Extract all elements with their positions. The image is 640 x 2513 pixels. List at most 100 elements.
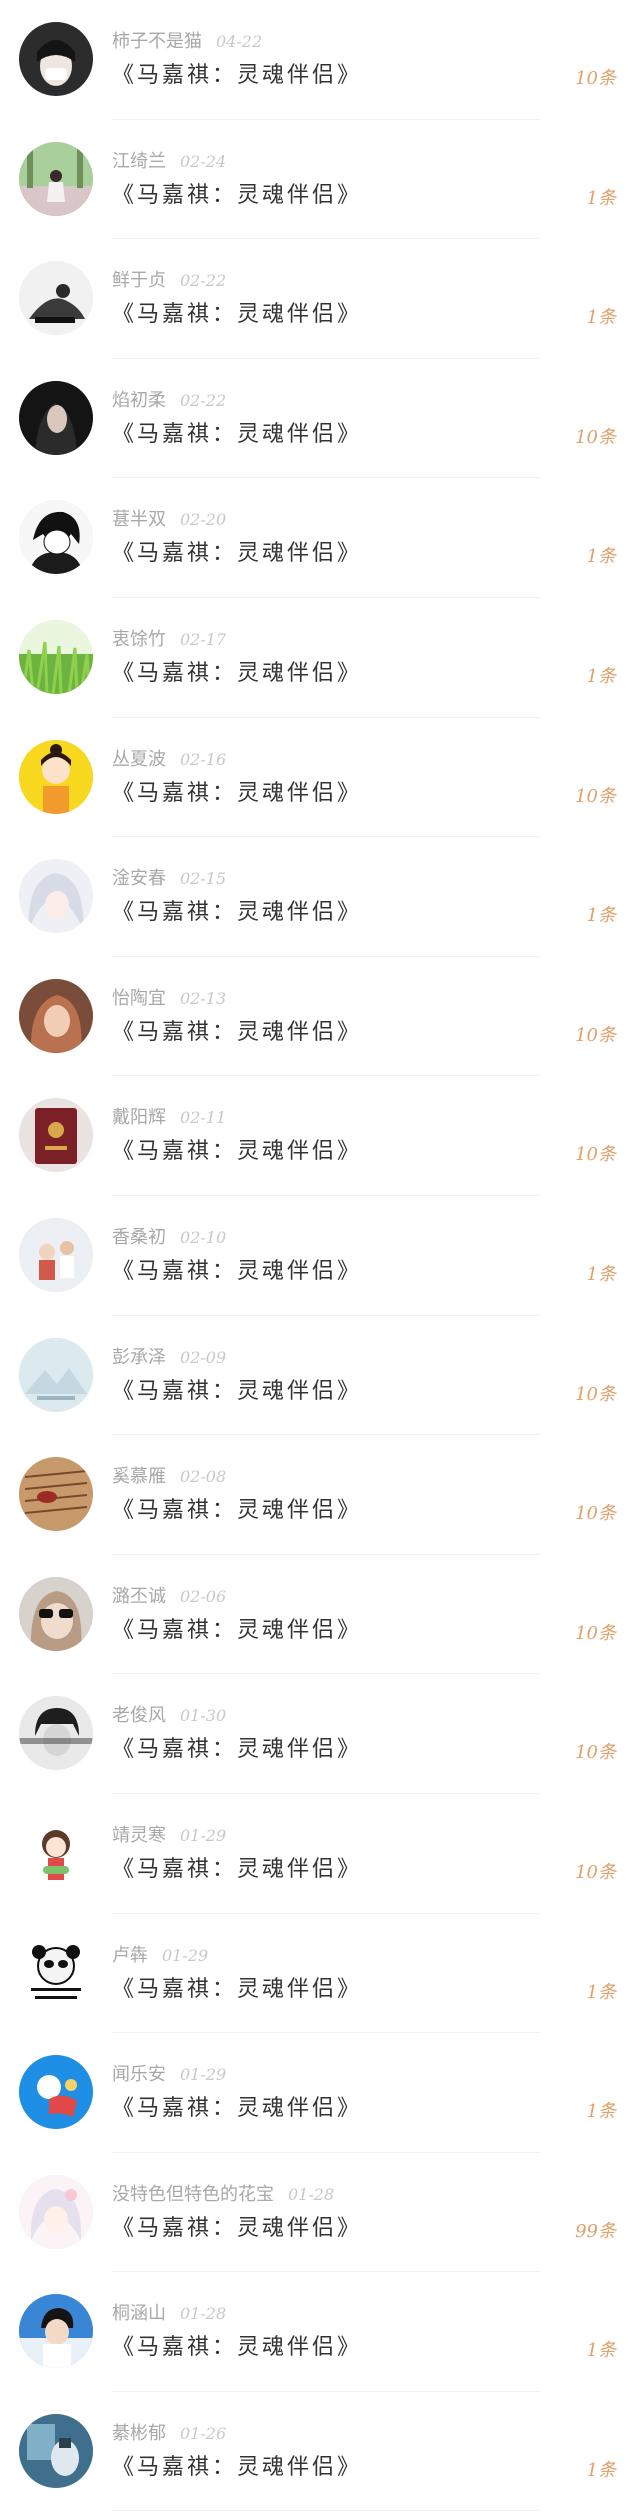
item-count: 10条 — [575, 1024, 616, 1046]
item-title: 《马嘉祺：灵魂伴侣》 — [112, 63, 363, 88]
item-title: 《马嘉祺：灵魂伴侣》 — [112, 900, 363, 926]
item-meta: 奚慕雁 02-08 — [112, 1462, 226, 1488]
kids-photo-avatar[interactable] — [19, 1217, 93, 1292]
item-count: 10条 — [575, 1503, 616, 1525]
grass-avatar[interactable] — [19, 619, 93, 694]
user-name: 柿子不是猫 — [112, 31, 202, 52]
list-item[interactable]: 焰初柔 02-22 《马嘉祺：灵魂伴侣》 10条 — [0, 359, 640, 479]
list-item[interactable]: 戴阳辉 02-11 《马嘉祺：灵魂伴侣》 10条 — [0, 1076, 640, 1196]
item-date: 01-29 — [162, 1945, 209, 1965]
list-item[interactable]: 香桑初 02-10 《马嘉祺：灵魂伴侣》 1条 — [0, 1196, 640, 1316]
blue-cartoon-avatar[interactable] — [19, 2055, 93, 2130]
pastel-anime-avatar[interactable] — [19, 2174, 93, 2249]
item-title: 《马嘉祺：灵魂伴侣》 — [112, 2335, 363, 2361]
list-item[interactable]: 葚半双 02-20 《马嘉祺：灵魂伴侣》 1条 — [0, 478, 640, 598]
chibi-girl-avatar[interactable] — [19, 1815, 93, 1890]
item-count: 10条 — [575, 68, 616, 89]
item-date: 02-17 — [180, 629, 227, 649]
cartoon-girl-avatar[interactable] — [19, 739, 93, 814]
item-count: 10条 — [575, 1383, 616, 1405]
sunglasses-avatar[interactable] — [19, 1576, 93, 1651]
item-date: 02-15 — [180, 869, 227, 889]
blue-room-avatar[interactable] — [19, 2413, 93, 2488]
item-meta: 香桑初 02-10 — [112, 1223, 226, 1249]
list-item[interactable]: 卢犇 01-29 《马嘉祺：灵魂伴侣》 1条 — [0, 1914, 640, 2034]
item-meta: 淦安春 02-15 — [112, 864, 226, 890]
dark-woman-avatar[interactable] — [19, 380, 93, 455]
item-meta: 綦彬郁 01-26 — [112, 2419, 226, 2445]
item-meta: 桐涵山 01-28 — [112, 2299, 226, 2325]
item-title: 《马嘉祺：灵魂伴侣》 — [112, 1856, 363, 1882]
panda-meme-avatar[interactable] — [19, 1935, 93, 2010]
girl-in-park-avatar[interactable] — [19, 141, 93, 216]
item-meta: 没特色但特色的花宝 01-28 — [112, 2180, 334, 2206]
book-page-avatar[interactable] — [19, 1457, 93, 1532]
item-count: 1条 — [586, 187, 616, 209]
item-count: 10条 — [575, 1622, 616, 1644]
user-name: 桐涵山 — [112, 2303, 166, 2325]
list-item[interactable]: 潞丕诚 02-06 《马嘉祺：灵魂伴侣》 10条 — [0, 1555, 640, 1675]
list-item[interactable]: 衷馀竹 02-17 《马嘉祺：灵魂伴侣》 1条 — [0, 598, 640, 718]
item-count: 10条 — [575, 1742, 616, 1764]
boy-blue-sky-avatar[interactable] — [19, 2294, 93, 2369]
item-date: 02-20 — [180, 510, 227, 530]
list-item[interactable]: 江绮兰 02-24 《马嘉祺：灵魂伴侣》 1条 — [0, 120, 640, 240]
user-name: 淦安春 — [112, 868, 166, 890]
item-meta: 鲜于贞 02-22 — [112, 266, 226, 292]
item-meta: 戴阳辉 02-11 — [112, 1103, 226, 1129]
list-item[interactable]: 丛夏波 02-16 《马嘉祺：灵魂伴侣》 10条 — [0, 718, 640, 838]
item-title: 《马嘉祺：灵魂伴侣》 — [112, 1258, 363, 1284]
list-item[interactable]: 綦彬郁 01-26 《马嘉祺：灵魂伴侣》 1条 — [0, 2392, 640, 2512]
item-title: 《马嘉祺：灵魂伴侣》 — [112, 421, 363, 447]
list-item[interactable]: 闻乐安 01-29 《马嘉祺：灵魂伴侣》 1条 — [0, 2033, 640, 2153]
user-name: 衷馀竹 — [112, 628, 166, 650]
item-date: 02-24 — [180, 151, 227, 171]
item-date: 02-10 — [180, 1227, 227, 1247]
list-item[interactable]: 彭承泽 02-09 《马嘉祺：灵魂伴侣》 10条 — [0, 1316, 640, 1436]
sick-girl-avatar[interactable] — [19, 22, 93, 96]
user-name: 戴阳辉 — [112, 1107, 166, 1129]
item-count: 10条 — [575, 426, 616, 448]
anime-boy-avatar[interactable] — [19, 500, 93, 575]
list-item[interactable]: 老俊风 01-30 《马嘉祺：灵魂伴侣》 10条 — [0, 1674, 640, 1794]
item-count: 10条 — [575, 1144, 616, 1166]
user-name: 彭承泽 — [112, 1346, 166, 1368]
item-date: 01-28 — [288, 2184, 335, 2204]
white-hair-anime-avatar[interactable] — [19, 859, 93, 934]
selfie-girl-avatar[interactable] — [19, 978, 93, 1053]
message-list: 柿子不是猫 04-22 《马嘉祺：灵魂伴侣》 10条 江绮兰 02-24 《马嘉祺：… — [0, 0, 640, 2512]
item-meta: 怡陶宜 02-13 — [112, 984, 226, 1010]
item-title: 《马嘉祺：灵魂伴侣》 — [112, 1139, 363, 1165]
list-item[interactable]: 怡陶宜 02-13 《马嘉祺：灵魂伴侣》 10条 — [0, 957, 640, 1077]
item-count: 1条 — [586, 2101, 616, 2123]
item-count: 99条 — [575, 2220, 616, 2242]
user-name: 靖灵寒 — [112, 1824, 166, 1846]
list-item[interactable]: 靖灵寒 01-29 《马嘉祺：灵魂伴侣》 10条 — [0, 1794, 640, 1914]
item-meta: 彭承泽 02-09 — [112, 1343, 226, 1369]
item-date: 01-29 — [180, 2065, 227, 2085]
user-name: 鲜于贞 — [112, 270, 166, 292]
bw-boy-avatar[interactable] — [19, 1696, 93, 1771]
red-certificate-avatar[interactable] — [19, 1098, 93, 1173]
item-meta: 葚半双 02-20 — [112, 505, 226, 531]
item-count: 1条 — [586, 665, 616, 687]
list-item[interactable]: 桐涵山 01-28 《马嘉祺：灵魂伴侣》 1条 — [0, 2272, 640, 2392]
item-date: 01-28 — [180, 2304, 227, 2324]
sketch-couple-avatar[interactable] — [19, 261, 93, 336]
item-date: 01-26 — [180, 2423, 227, 2443]
item-meta: 靖灵寒 01-29 — [112, 1821, 226, 1847]
list-item[interactable]: 淦安春 02-15 《马嘉祺：灵魂伴侣》 1条 — [0, 837, 640, 957]
item-date: 04-22 — [216, 32, 263, 51]
item-count: 1条 — [586, 546, 616, 568]
item-title: 《马嘉祺：灵魂伴侣》 — [112, 302, 363, 328]
item-title: 《马嘉祺：灵魂伴侣》 — [112, 1498, 363, 1524]
item-title: 《马嘉祺：灵魂伴侣》 — [112, 1737, 363, 1763]
list-item[interactable]: 没特色但特色的花宝 01-28 《马嘉祺：灵魂伴侣》 99条 — [0, 2153, 640, 2273]
list-item[interactable]: 鲜于贞 02-22 《马嘉祺：灵魂伴侣》 1条 — [0, 239, 640, 359]
item-count: 1条 — [586, 2459, 616, 2481]
list-item[interactable]: 奚慕雁 02-08 《马嘉祺：灵魂伴侣》 10条 — [0, 1435, 640, 1555]
user-name: 老俊风 — [112, 1705, 166, 1727]
item-date: 02-11 — [180, 1108, 227, 1128]
list-item[interactable]: 柿子不是猫 04-22 《马嘉祺：灵魂伴侣》 10条 — [0, 0, 640, 120]
mountain-placeholder-avatar[interactable] — [19, 1337, 93, 1412]
